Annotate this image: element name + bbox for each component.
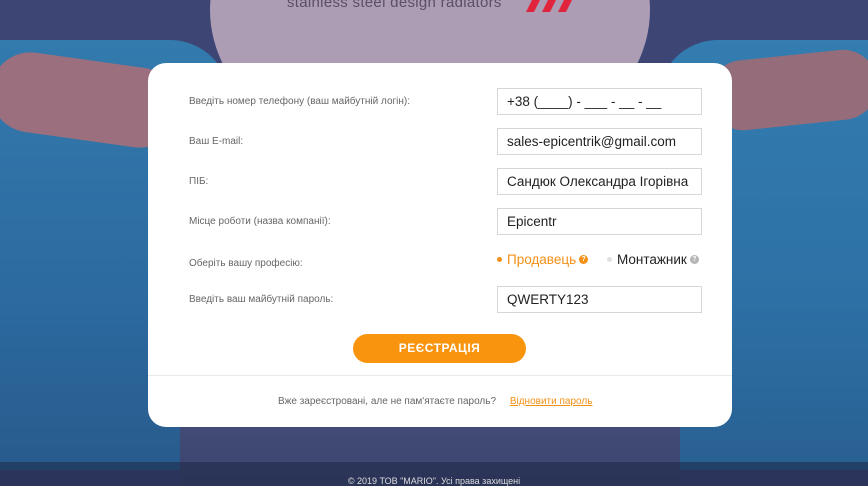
radio-installer[interactable]: Монтажник ? [607, 252, 699, 267]
password-input[interactable]: QWERTY123 [497, 286, 702, 313]
email-row: Ваш E-mail: sales-epicentrik@gmail.com [189, 128, 703, 156]
company-label: Місце роботи (назва компанії): [189, 216, 331, 227]
company-input[interactable]: Epicentr [497, 208, 702, 235]
radio-installer-label: Монтажник [617, 252, 687, 267]
restore-password-link[interactable]: Відновити пароль [510, 396, 593, 407]
registration-card: Введіть номер телефону (ваш майбутній ло… [148, 63, 732, 427]
password-row: Введіть ваш майбутній пароль: QWERTY123 [189, 286, 703, 314]
radio-seller[interactable]: Продавець ? [497, 252, 589, 267]
profession-radio-group: Продавець ? Монтажник ? [497, 252, 717, 276]
restore-question: Вже зареєстровані, але не пам'ятаєте пар… [278, 396, 497, 407]
email-label: Ваш E-mail: [189, 136, 244, 147]
radio-unselected-dot [607, 257, 612, 262]
phone-label: Введіть номер телефону (ваш майбутній ло… [189, 96, 411, 107]
name-label: ПІБ: [189, 176, 209, 187]
restore-password-line: Вже зареєстровані, але не пам'ятаєте пар… [278, 396, 592, 407]
divider [148, 375, 732, 376]
phone-input[interactable]: +38 (____) - ___ - __ - __ [497, 88, 702, 115]
phone-row: Введіть номер телефону (ваш майбутній ло… [189, 88, 703, 116]
name-input[interactable]: Сандюк Олександра Ігорівна [497, 168, 702, 195]
help-icon[interactable]: ? [579, 255, 589, 264]
brand-tagline: stainless steel design radiators [287, 0, 502, 11]
profession-row: Оберіть вашу професію: Продавець ? Монта… [189, 251, 703, 279]
copyright: © 2019 ТОВ "MARIO". Усі права захищені [347, 476, 521, 486]
company-row: Місце роботи (назва компанії): Epicentr [189, 208, 703, 236]
profession-label: Оберіть вашу професію: [189, 258, 303, 269]
radio-selected-dot [497, 257, 502, 262]
radio-seller-label: Продавець [507, 252, 577, 267]
name-row: ПІБ: Сандюк Олександра Ігорівна [189, 168, 703, 196]
register-button[interactable]: РЕЄСТРАЦІЯ [353, 334, 526, 363]
brand-logo-icon [526, 0, 572, 12]
help-icon[interactable]: ? [689, 255, 699, 264]
password-label: Введіть ваш майбутній пароль: [189, 294, 334, 305]
email-input[interactable]: sales-epicentrik@gmail.com [497, 128, 702, 155]
